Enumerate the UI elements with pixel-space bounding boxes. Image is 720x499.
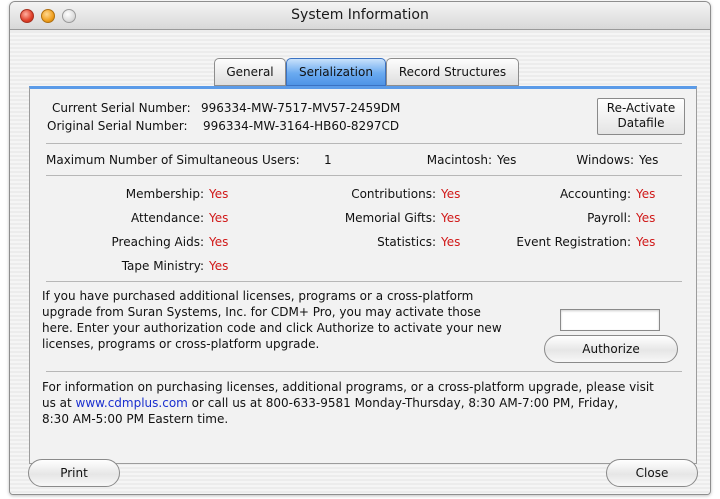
original-serial-label: Original Serial Number: bbox=[47, 119, 188, 133]
reactivate-label-line2: Datafile bbox=[617, 116, 665, 130]
title-bar: System Information bbox=[10, 2, 710, 30]
serialization-panel: Current Serial Number: 996334-MW-7517-MV… bbox=[29, 86, 697, 464]
tape-ministry-value: Yes bbox=[209, 259, 229, 273]
memorial-gifts-value: Yes bbox=[441, 211, 461, 225]
event-registration-label: Event Registration: bbox=[516, 235, 631, 249]
accounting-value: Yes bbox=[636, 187, 656, 201]
info-text: us at bbox=[42, 396, 76, 410]
max-users-label: Maximum Number of Simultaneous Users: bbox=[46, 153, 300, 167]
divider bbox=[46, 143, 682, 144]
info-text: or call us at 800-633-9581 Monday-Thursd… bbox=[187, 396, 619, 410]
info-line: us at www.cdmplus.com or call us at 800-… bbox=[42, 395, 692, 411]
authorize-line: If you have purchased additional license… bbox=[42, 289, 474, 303]
statistics-label: Statistics: bbox=[377, 235, 436, 249]
preaching-aids-label: Preaching Aids: bbox=[111, 235, 204, 249]
divider bbox=[46, 371, 682, 372]
info-line: For information on purchasing licenses, … bbox=[42, 380, 654, 394]
macintosh-value: Yes bbox=[497, 153, 517, 167]
original-serial-value: 996334-MW-3164-HB60-8297CD bbox=[203, 119, 400, 133]
print-button[interactable]: Print bbox=[28, 459, 120, 487]
tape-ministry-label: Tape Ministry: bbox=[121, 259, 204, 273]
window-content: General Serialization Record Structures … bbox=[10, 31, 710, 494]
reactivate-datafile-button[interactable]: Re-Activate Datafile bbox=[597, 98, 685, 135]
authorize-line: here. Enter your authorization code and … bbox=[42, 321, 502, 335]
statistics-value: Yes bbox=[441, 235, 461, 249]
authorize-line: upgrade from Suran Systems, Inc. for CDM… bbox=[42, 305, 481, 319]
max-users-value: 1 bbox=[324, 153, 332, 167]
preaching-aids-value: Yes bbox=[209, 235, 229, 249]
membership-value: Yes bbox=[209, 187, 229, 201]
purchase-info: For information on purchasing licenses, … bbox=[42, 379, 692, 427]
authorization-code-input[interactable] bbox=[560, 309, 660, 331]
authorize-button[interactable]: Authorize bbox=[544, 335, 678, 363]
divider bbox=[46, 281, 682, 282]
info-line: 8:30 AM-5:00 PM Eastern time. bbox=[42, 412, 229, 426]
contributions-label: Contributions: bbox=[351, 187, 436, 201]
authorize-instructions: If you have purchased additional license… bbox=[42, 288, 562, 352]
tab-general[interactable]: General bbox=[214, 58, 286, 86]
tab-bar: General Serialization Record Structures bbox=[10, 58, 710, 86]
payroll-value: Yes bbox=[636, 211, 656, 225]
windows-value: Yes bbox=[639, 153, 659, 167]
close-button[interactable]: Close bbox=[606, 459, 698, 487]
tab-serialization[interactable]: Serialization bbox=[286, 58, 386, 86]
window-title: System Information bbox=[291, 7, 429, 23]
windows-label: Windows: bbox=[576, 153, 634, 167]
divider bbox=[46, 175, 682, 176]
attendance-value: Yes bbox=[209, 211, 229, 225]
macintosh-label: Macintosh: bbox=[426, 153, 492, 167]
website-link[interactable]: www.cdmplus.com bbox=[76, 396, 188, 410]
payroll-label: Payroll: bbox=[587, 211, 631, 225]
membership-label: Membership: bbox=[125, 187, 204, 201]
event-registration-value: Yes bbox=[636, 235, 656, 249]
system-information-window: System Information General Serialization… bbox=[9, 1, 711, 495]
current-serial-label: Current Serial Number: bbox=[52, 101, 191, 115]
accounting-label: Accounting: bbox=[559, 187, 631, 201]
current-serial-value: 996334-MW-7517-MV57-2459DM bbox=[201, 101, 401, 115]
tab-record-structures[interactable]: Record Structures bbox=[386, 58, 519, 86]
memorial-gifts-label: Memorial Gifts: bbox=[344, 211, 436, 225]
reactivate-label-line1: Re-Activate bbox=[606, 101, 676, 115]
contributions-value: Yes bbox=[441, 187, 461, 201]
attendance-label: Attendance: bbox=[131, 211, 204, 225]
authorize-line: licenses, programs or cross-platform upg… bbox=[42, 337, 320, 351]
